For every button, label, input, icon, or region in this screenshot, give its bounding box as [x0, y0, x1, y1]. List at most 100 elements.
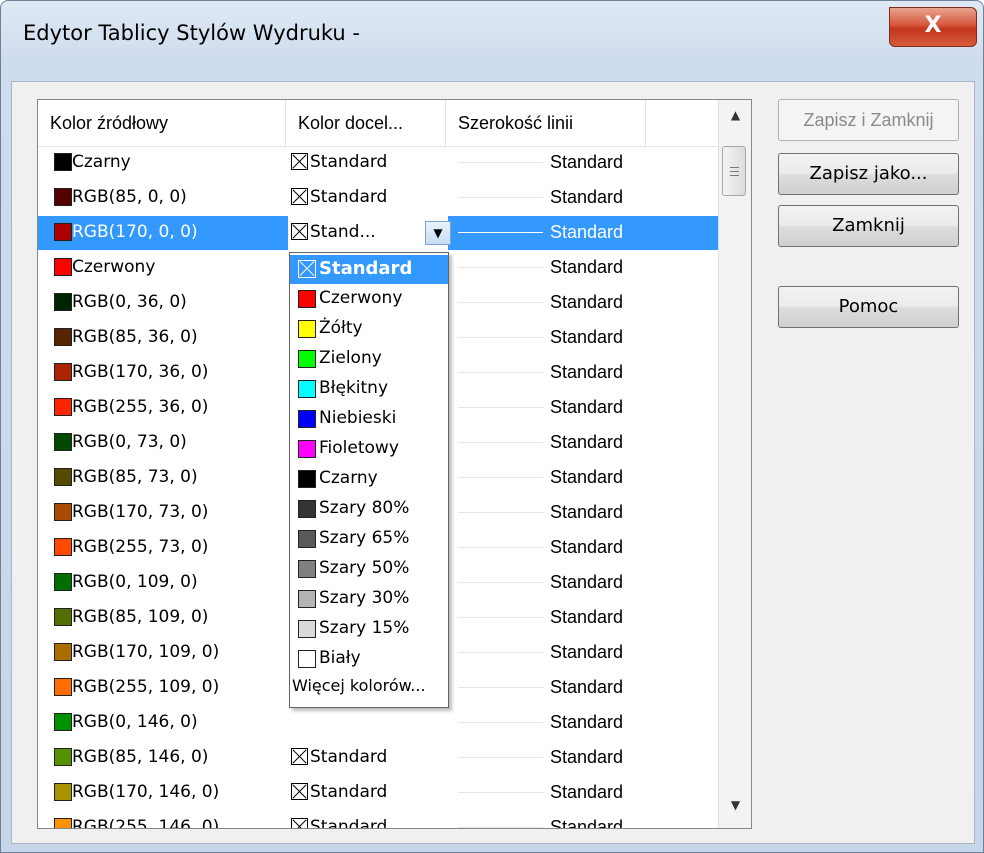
dropdown-color-item[interactable]: Szary 65% — [290, 525, 448, 554]
standard-color-icon — [291, 223, 308, 240]
lineweight-value: Standard — [550, 187, 624, 207]
source-color-name: RGB(255, 36, 0) — [72, 397, 209, 417]
lineweight-preview — [458, 337, 543, 338]
dropdown-color-item[interactable]: Szary 30% — [290, 585, 448, 614]
table-row[interactable]: RGB(85, 0, 0) Standard Standard — [38, 181, 718, 215]
source-color-swatch — [54, 363, 72, 381]
color-swatch-icon — [298, 290, 316, 308]
scroll-up-icon[interactable]: ▲ — [719, 100, 751, 130]
target-color-name: Standard — [310, 817, 388, 829]
target-color-name: Stand... — [310, 222, 376, 242]
source-color-name: RGB(255, 109, 0) — [72, 677, 220, 697]
close-button[interactable]: Zamknij — [778, 205, 959, 247]
save-as-button[interactable]: Zapisz jako... — [778, 153, 959, 195]
lineweight-preview — [458, 267, 543, 268]
table-row[interactable]: RGB(255, 146, 0) Standard Standard — [38, 811, 718, 829]
dropdown-item-label: Szary 80% — [319, 498, 410, 518]
color-swatch-icon — [298, 620, 316, 638]
color-swatch-icon — [298, 410, 316, 428]
lineweight-preview — [458, 162, 543, 163]
source-color-name: RGB(170, 0, 0) — [72, 222, 198, 242]
source-color-name: RGB(0, 36, 0) — [72, 292, 187, 312]
source-color-swatch — [54, 503, 72, 521]
dropdown-color-item[interactable]: Standard — [290, 255, 448, 284]
dropdown-color-item[interactable]: Żółty — [290, 315, 448, 344]
dropdown-color-item[interactable]: Szary 15% — [290, 615, 448, 644]
lineweight-value: Standard — [550, 502, 624, 522]
lineweight-preview — [458, 547, 543, 548]
source-color-swatch — [54, 573, 72, 591]
dropdown-color-item[interactable]: Czarny — [290, 465, 448, 494]
dropdown-color-item[interactable]: Błękitny — [290, 375, 448, 404]
scrollbar-thumb[interactable] — [722, 146, 746, 196]
target-color-name: Standard — [310, 187, 388, 207]
standard-color-icon — [298, 260, 316, 278]
standard-color-icon — [291, 818, 308, 828]
lineweight-value: Standard — [550, 397, 624, 417]
lineweight-preview — [458, 477, 543, 478]
table-row[interactable]: Czarny Standard Standard — [38, 146, 718, 180]
scroll-down-icon[interactable]: ▼ — [719, 790, 751, 820]
source-color-swatch — [54, 783, 72, 801]
close-window-button[interactable]: X — [889, 7, 977, 47]
dropdown-item-label: Szary 15% — [319, 618, 410, 638]
standard-color-icon — [291, 748, 308, 765]
lineweight-value: Standard — [550, 817, 624, 829]
dropdown-color-item[interactable]: Szary 50% — [290, 555, 448, 584]
save-and-close-button[interactable]: Zapisz i Zamknij — [778, 99, 959, 141]
vertical-scrollbar[interactable]: ▲ ▼ — [718, 100, 751, 828]
column-header-empty — [646, 100, 718, 146]
dropdown-item-label: Czarny — [319, 468, 378, 488]
dropdown-item-label: Niebieski — [319, 408, 397, 428]
source-color-name: RGB(255, 146, 0) — [72, 817, 220, 829]
source-color-name: RGB(0, 73, 0) — [72, 432, 187, 452]
source-color-swatch — [54, 258, 72, 276]
lineweight-value: Standard — [550, 747, 624, 767]
window-title: Edytor Tablicy Stylów Wydruku - — [23, 21, 360, 45]
color-swatch-icon — [298, 560, 316, 578]
source-color-swatch — [54, 153, 72, 171]
table-row[interactable]: RGB(85, 146, 0) Standard Standard — [38, 741, 718, 775]
lineweight-value: Standard — [550, 222, 624, 242]
table-row[interactable]: RGB(170, 146, 0) Standard Standard — [38, 776, 718, 810]
lineweight-preview — [458, 687, 543, 688]
dropdown-color-item[interactable]: Zielony — [290, 345, 448, 374]
lineweight-preview — [458, 827, 543, 828]
more-colors-item[interactable]: Więcej kolorów... — [290, 676, 448, 695]
dropdown-color-item[interactable]: Szary 80% — [290, 495, 448, 524]
column-header-target-color[interactable]: Kolor docel... — [286, 100, 446, 146]
dropdown-arrow-icon[interactable]: ▼ — [425, 221, 451, 245]
table-row[interactable]: RGB(0, 146, 0) Standard — [38, 706, 718, 740]
lineweight-preview — [458, 512, 543, 513]
dropdown-color-item[interactable]: Fioletowy — [290, 435, 448, 464]
source-color-name: RGB(85, 0, 0) — [72, 187, 187, 207]
source-color-swatch — [54, 223, 72, 241]
source-color-name: RGB(85, 36, 0) — [72, 327, 198, 347]
source-color-name: RGB(170, 36, 0) — [72, 362, 209, 382]
lineweight-value: Standard — [550, 642, 624, 662]
dropdown-color-item[interactable]: Czerwony — [290, 285, 448, 314]
help-button[interactable]: Pomoc — [778, 286, 959, 328]
dropdown-item-label: Fioletowy — [319, 438, 399, 458]
standard-color-icon — [291, 153, 308, 170]
source-color-swatch — [54, 293, 72, 311]
source-color-swatch — [54, 643, 72, 661]
dropdown-color-item[interactable]: Niebieski — [290, 405, 448, 434]
source-color-name: RGB(0, 146, 0) — [72, 712, 198, 732]
column-header-lineweight[interactable]: Szerokość linii — [446, 100, 646, 146]
source-color-swatch — [54, 188, 72, 206]
table-row[interactable]: RGB(170, 0, 0) ▼ Stand... Standard — [38, 216, 718, 250]
source-color-name: RGB(85, 146, 0) — [72, 747, 209, 767]
source-color-swatch — [54, 713, 72, 731]
dropdown-color-item[interactable]: Biały — [290, 645, 448, 674]
source-color-swatch — [54, 608, 72, 626]
column-header-source-color[interactable]: Kolor źródłowy — [38, 100, 286, 146]
source-color-swatch — [54, 398, 72, 416]
dropdown-item-label: Błękitny — [319, 378, 389, 398]
standard-color-icon — [291, 783, 308, 800]
color-swatch-icon — [298, 470, 316, 488]
lineweight-value: Standard — [550, 607, 624, 627]
color-dropdown-list[interactable]: Biały Szary 15% Szary 30% Szary 50% Szary 65… — [289, 252, 449, 708]
grip-line — [730, 171, 739, 172]
lineweight-value: Standard — [550, 432, 624, 452]
